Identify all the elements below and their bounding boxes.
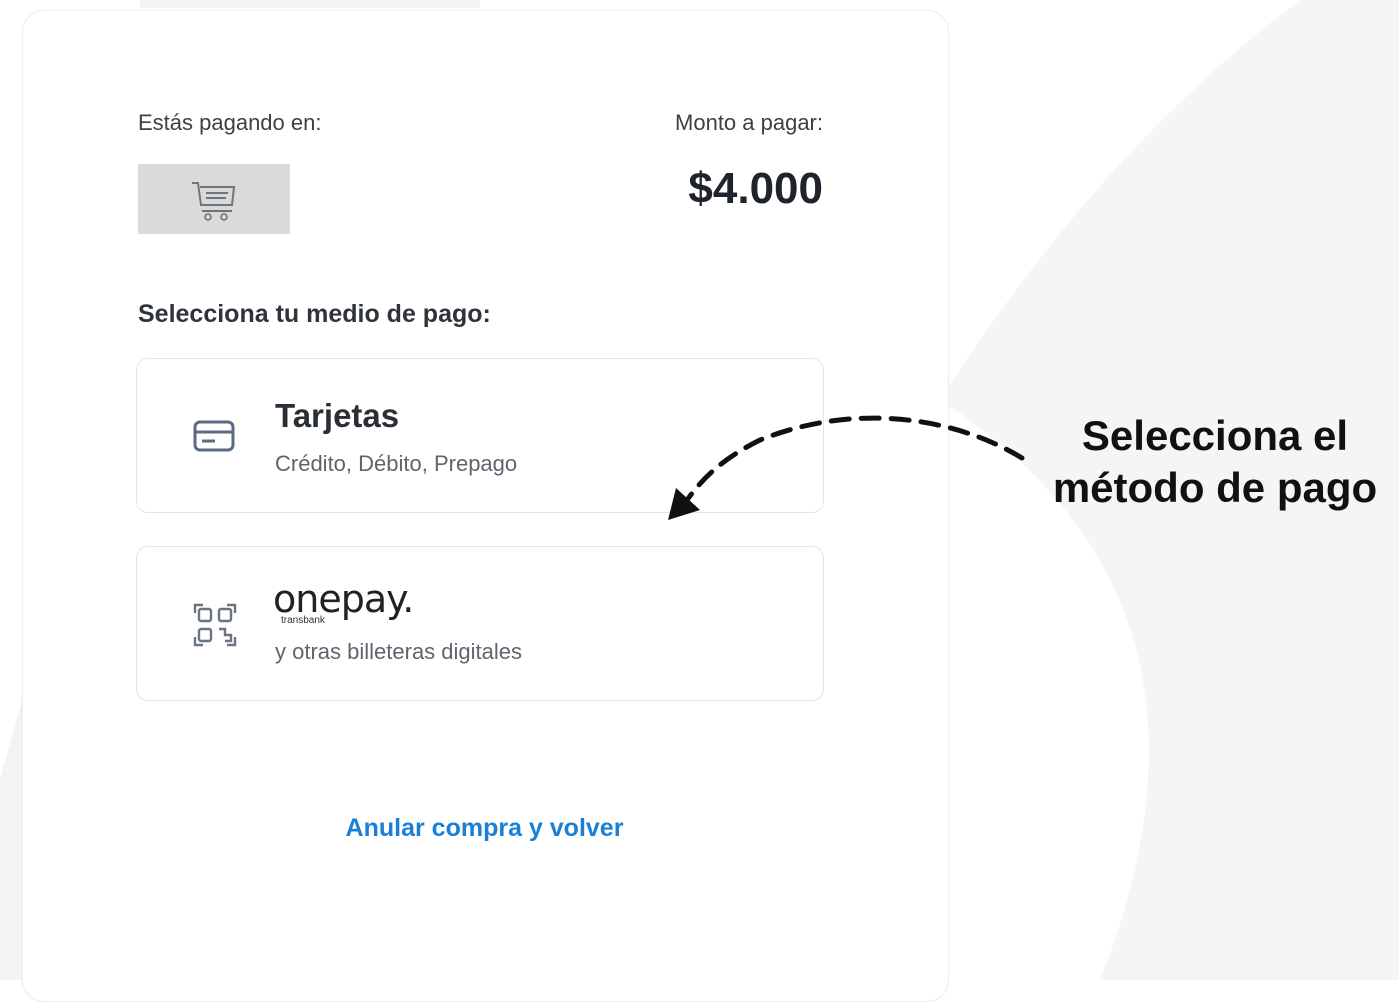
callout-line-1: Selecciona el	[1081, 412, 1349, 459]
callout-text: Selecciona el método de pago	[1030, 410, 1399, 514]
callout-line-2: método de pago	[1052, 464, 1378, 511]
